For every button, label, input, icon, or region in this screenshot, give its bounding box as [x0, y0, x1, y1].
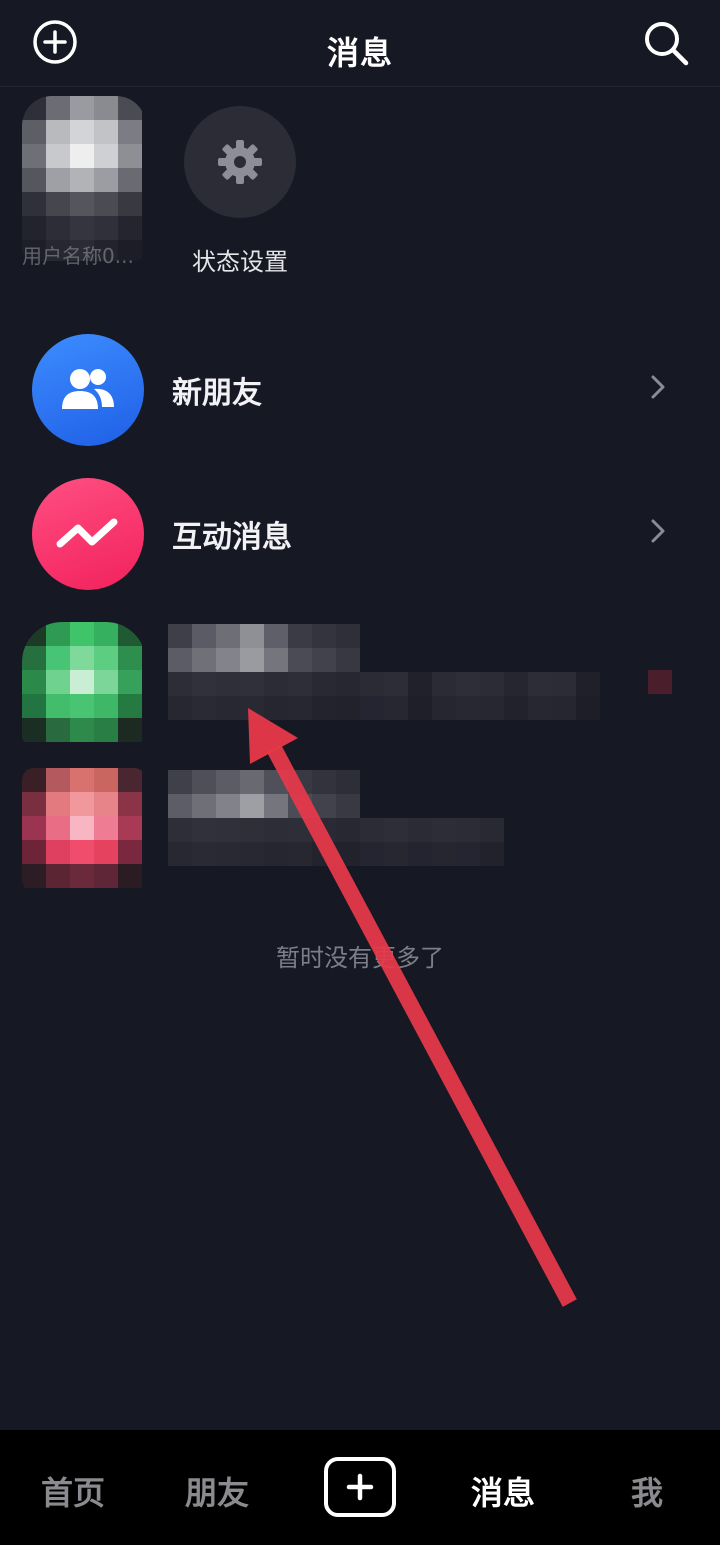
people-icon [62, 369, 114, 409]
plus-icon [346, 1473, 374, 1501]
interaction-messages-entry[interactable]: 互动消息 [0, 478, 720, 598]
conversation-title [168, 648, 360, 672]
interaction-messages-label: 互动消息 [172, 520, 292, 555]
conversation-preview [168, 818, 504, 842]
new-friends-badge [32, 334, 144, 446]
bottom-tab-bar: 首页 朋友 消息 我 [0, 1430, 720, 1545]
my-story-name: 用户名称0... [22, 244, 134, 268]
chevron-right-icon [651, 375, 665, 399]
conversation-item[interactable] [0, 768, 720, 898]
conversation-preview [168, 672, 600, 696]
avatar [22, 622, 146, 746]
conversation-title [168, 794, 360, 818]
new-friends-label: 新朋友 [172, 376, 262, 411]
status-settings-label: 状态设置 [192, 248, 288, 276]
tab-me[interactable]: 我 [592, 1468, 702, 1514]
conversation-preview [168, 696, 600, 720]
tab-home[interactable]: 首页 [18, 1468, 128, 1514]
conversation-preview [168, 842, 504, 866]
avatar [22, 768, 146, 892]
chevron-right-icon [651, 519, 665, 543]
search-icon [645, 22, 689, 66]
page-title: 消息 [326, 34, 393, 72]
conversation-item[interactable] [0, 622, 720, 752]
end-of-list-text: 暂时没有更多了 [276, 944, 444, 972]
top-bar: 消息 [0, 0, 720, 87]
interaction-messages-badge [32, 478, 144, 590]
status-settings-circle [184, 106, 296, 218]
my-story-avatar[interactable]: 用户名称0... [22, 96, 146, 268]
conversation-title [168, 770, 360, 794]
new-friends-entry[interactable]: 新朋友 [0, 334, 720, 454]
activity-wave-icon [56, 518, 118, 548]
status-settings-button[interactable]: 状态设置 [184, 106, 296, 277]
tab-messages[interactable]: 消息 [448, 1468, 558, 1514]
tab-friends[interactable]: 朋友 [162, 1468, 272, 1514]
search-button[interactable] [642, 19, 690, 67]
unread-dot [648, 670, 672, 694]
gear-icon [218, 140, 262, 184]
avatar [22, 96, 146, 261]
conversation-title [168, 624, 360, 648]
create-post-button[interactable] [324, 1457, 396, 1517]
